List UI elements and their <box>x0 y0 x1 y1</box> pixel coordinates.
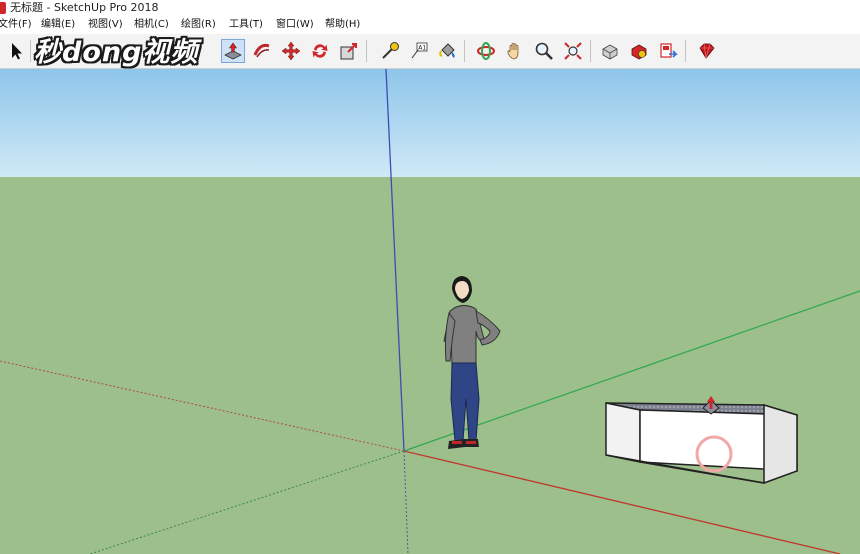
select-arrow-icon[interactable] <box>4 39 28 63</box>
menu-help[interactable]: 帮助(H) <box>325 16 360 34</box>
rotate-icon[interactable] <box>308 39 332 63</box>
send-to-layout-icon[interactable] <box>656 39 680 63</box>
menu-tools[interactable]: 工具(T) <box>229 16 263 34</box>
scale-icon[interactable] <box>337 39 361 63</box>
3d-warehouse-icon[interactable] <box>598 39 622 63</box>
menu-edit[interactable]: 编辑(E) <box>41 16 75 34</box>
pan-hand-icon[interactable] <box>503 39 527 63</box>
extension-warehouse-icon[interactable] <box>627 39 651 63</box>
menu-camera[interactable]: 相机(C) <box>134 16 169 34</box>
modeling-viewport[interactable] <box>0 69 860 554</box>
zoom-icon[interactable] <box>532 39 556 63</box>
title-bar: 无标题 - SketchUp Pro 2018 <box>0 0 860 16</box>
watermark-logo: 秒dong视频 <box>34 37 199 68</box>
menu-draw[interactable]: 绘图(R) <box>181 16 216 34</box>
zoom-extents-icon[interactable] <box>561 39 585 63</box>
paint-bucket-icon[interactable] <box>436 39 460 63</box>
menu-view[interactable]: 视图(V) <box>88 16 123 34</box>
follow-me-icon[interactable] <box>250 39 274 63</box>
menu-bar: 文件(F) 编辑(E) 视图(V) 相机(C) 绘图(R) 工具(T) 窗口(W… <box>0 16 860 34</box>
push-pull-icon[interactable] <box>221 39 245 63</box>
svg-text:A1: A1 <box>418 45 426 52</box>
scene-canvas[interactable] <box>0 69 860 554</box>
ruby-extension-icon[interactable] <box>694 39 718 63</box>
menu-window[interactable]: 窗口(W) <box>276 16 314 34</box>
orbit-icon[interactable] <box>474 39 498 63</box>
move-icon[interactable] <box>279 39 303 63</box>
window-title: 无标题 - SketchUp Pro 2018 <box>10 1 159 14</box>
box-right-face[interactable] <box>763 403 798 485</box>
menu-file[interactable]: 文件(F) <box>0 16 32 34</box>
sky <box>0 69 860 177</box>
sketchup-app-icon[interactable] <box>0 2 6 14</box>
box-left-face[interactable] <box>605 402 641 463</box>
tape-measure-icon[interactable] <box>378 39 402 63</box>
text-label-icon[interactable]: A1 <box>407 39 431 63</box>
ground-plane[interactable] <box>0 177 860 554</box>
